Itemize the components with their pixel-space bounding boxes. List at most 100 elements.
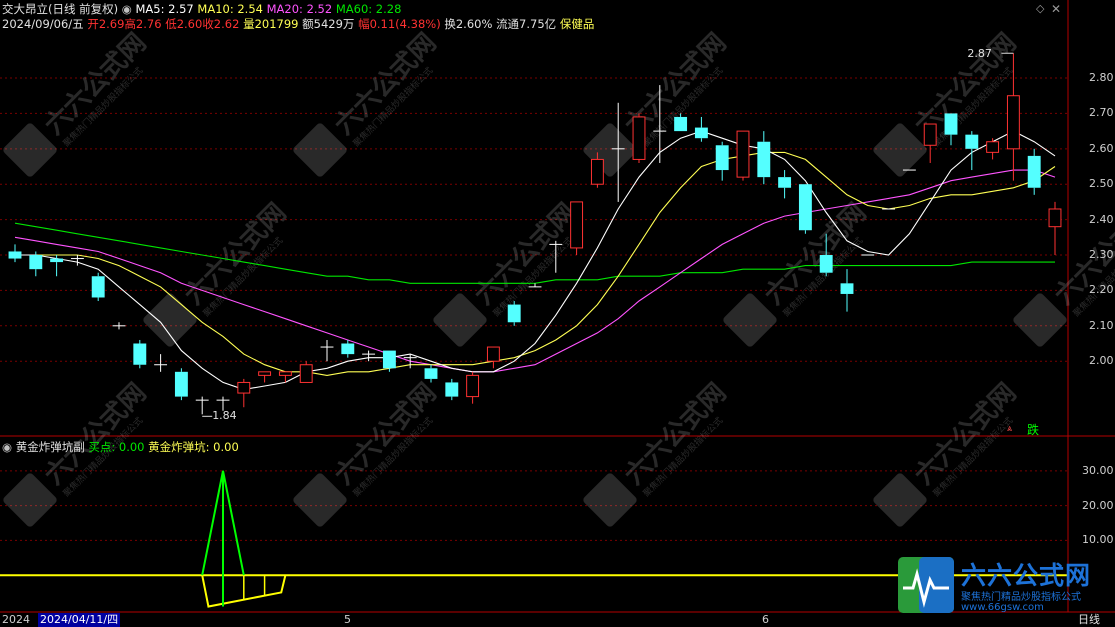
candle-body xyxy=(445,382,459,397)
candle-body xyxy=(278,371,292,376)
candle-body xyxy=(91,276,105,298)
candle-body xyxy=(8,251,22,259)
logo-url: www.66gsw.com xyxy=(961,602,1044,613)
watermark-brand: 六六公式网 xyxy=(619,378,732,491)
candle-body xyxy=(819,255,833,273)
watermark-tile: 六六公式网聚焦热门精品炒股指标公式 xyxy=(293,28,442,177)
candle-body xyxy=(715,145,729,171)
price-axis-label: 2.10 xyxy=(1089,318,1114,332)
candle-body xyxy=(944,113,958,135)
candle xyxy=(133,339,147,369)
stock-name[interactable]: 交大昂立 xyxy=(2,2,48,16)
candle-body xyxy=(632,116,646,160)
close: 收2.62 xyxy=(202,17,240,31)
price-axis-label: 2.30 xyxy=(1089,248,1114,261)
ma-toggle-icon[interactable]: ◉ xyxy=(122,2,132,16)
float-value: 流通7.75亿 xyxy=(496,17,557,31)
up-arrows-icon: ⩓ xyxy=(1007,424,1013,434)
candle-body xyxy=(923,123,937,146)
candle-body xyxy=(50,258,64,263)
candle-body xyxy=(258,371,272,376)
candle xyxy=(1048,201,1062,256)
candle-body xyxy=(507,304,521,323)
candle xyxy=(466,371,480,404)
month-tick-5: 5 xyxy=(344,613,351,626)
price-axis-label: 2.50 xyxy=(1089,177,1114,191)
watermark-layer: 六六公式网聚焦热门精品炒股指标公式 六六公式网聚焦热门精品炒股指标公式 六六公式网聚… xyxy=(3,28,1115,527)
candle-body xyxy=(341,343,355,355)
price-axis-label: 2.40 xyxy=(1089,212,1114,226)
candle-body xyxy=(590,158,604,185)
indicator-toggle-icon[interactable]: ◉ xyxy=(2,440,12,454)
price-axis-label: 2.00 xyxy=(1089,354,1114,368)
indicator-axis-label: 30.00 xyxy=(1082,463,1114,477)
indicator-axis-label: 10.00 xyxy=(1082,533,1114,547)
watermark-tile: 六六公式网聚焦热门精品炒股指标公式 xyxy=(873,378,1022,527)
candle xyxy=(986,138,1000,160)
candle xyxy=(736,130,750,181)
change: 幅0.11(4.38%) xyxy=(358,17,441,31)
candle-body xyxy=(757,141,771,178)
candle xyxy=(757,131,771,185)
watermark-brand: 六六公式网 xyxy=(909,378,1022,491)
candle xyxy=(258,371,272,383)
candle xyxy=(923,123,937,163)
indicator-axis-label: 20.00 xyxy=(1082,498,1114,512)
volume: 量201799 xyxy=(243,17,299,31)
candle xyxy=(299,361,313,383)
golden-pit-value: 黄金炸弹坑: 0.00 xyxy=(148,440,239,454)
candle-body xyxy=(694,127,708,139)
indicator-name[interactable]: 黄金炸弹坑副 xyxy=(16,440,85,454)
watermark-brand: 六六公式网 xyxy=(329,378,442,491)
sector-link[interactable]: 保健品 xyxy=(560,17,595,31)
ma10-value: MA10: 2.54 xyxy=(197,2,263,16)
diamond-icon[interactable]: ◇ xyxy=(1036,2,1044,15)
candle xyxy=(341,339,355,358)
candle xyxy=(362,350,376,362)
candle xyxy=(195,396,209,415)
watermark-tile: 六六公式网聚焦热门精品炒股指标公式 xyxy=(583,378,732,527)
price-axis-label: 2.70 xyxy=(1089,106,1114,120)
turnover: 换2.60% xyxy=(444,17,493,31)
logo-icon xyxy=(898,557,954,613)
logo-brand: 六六公式网 xyxy=(961,561,1092,590)
high-mark: 2.87 xyxy=(967,47,992,61)
candle-body xyxy=(840,283,854,294)
candle-body xyxy=(736,130,750,178)
candle-body xyxy=(486,346,500,362)
watermark-brand: 六六公式网 xyxy=(39,28,152,141)
signal-label: 跌 xyxy=(1027,423,1040,437)
candle-body xyxy=(174,371,188,397)
header-line-1: 交大昂立(日线 前复权) ◉ MA5: 2.57 MA10: 2.54 MA20… xyxy=(2,2,401,16)
annotations xyxy=(202,52,1014,417)
header-line-2: 2024/09/06/五 开2.69高2.76 低2.60收2.62 量2017… xyxy=(2,17,594,31)
cursor-date: 2024/04/11/四 xyxy=(38,613,121,627)
candle-body xyxy=(778,177,792,188)
ma60-value: MA60: 2.28 xyxy=(335,2,402,16)
high: 高2.76 xyxy=(124,17,162,31)
candle-body xyxy=(1048,208,1062,228)
candle xyxy=(174,368,188,401)
price-axis-label: 2.60 xyxy=(1089,141,1114,155)
date-axis-start: 2024 xyxy=(2,613,30,626)
candle xyxy=(507,301,521,326)
candle-body xyxy=(424,368,438,379)
candle xyxy=(486,346,500,369)
candle xyxy=(8,244,22,263)
candle-body xyxy=(965,134,979,149)
indicator-header: ◉ 黄金炸弹坑副 买点: 0.00 黄金炸弹坑: 0.00 xyxy=(2,440,239,454)
candle xyxy=(445,378,459,401)
low-mark: 1.84 xyxy=(212,409,237,423)
chart-canvas[interactable]: 六六公式网聚焦热门精品炒股指标公式 六六公式网聚焦热门精品炒股指标公式 六六公式网聚… xyxy=(0,0,1115,627)
price-axis-label: 2.80 xyxy=(1089,71,1114,85)
candle xyxy=(694,116,708,142)
ma5-value: MA5: 2.57 xyxy=(135,2,194,16)
buy-point-value: 买点: 0.00 xyxy=(88,440,145,454)
candle xyxy=(632,113,646,163)
candle-body xyxy=(1027,155,1041,188)
close-icon[interactable]: ✕ xyxy=(1051,2,1061,16)
candle xyxy=(1027,148,1041,195)
candle xyxy=(424,364,438,383)
candle xyxy=(570,201,584,256)
watermark-brand: 六六公式网 xyxy=(329,28,442,141)
